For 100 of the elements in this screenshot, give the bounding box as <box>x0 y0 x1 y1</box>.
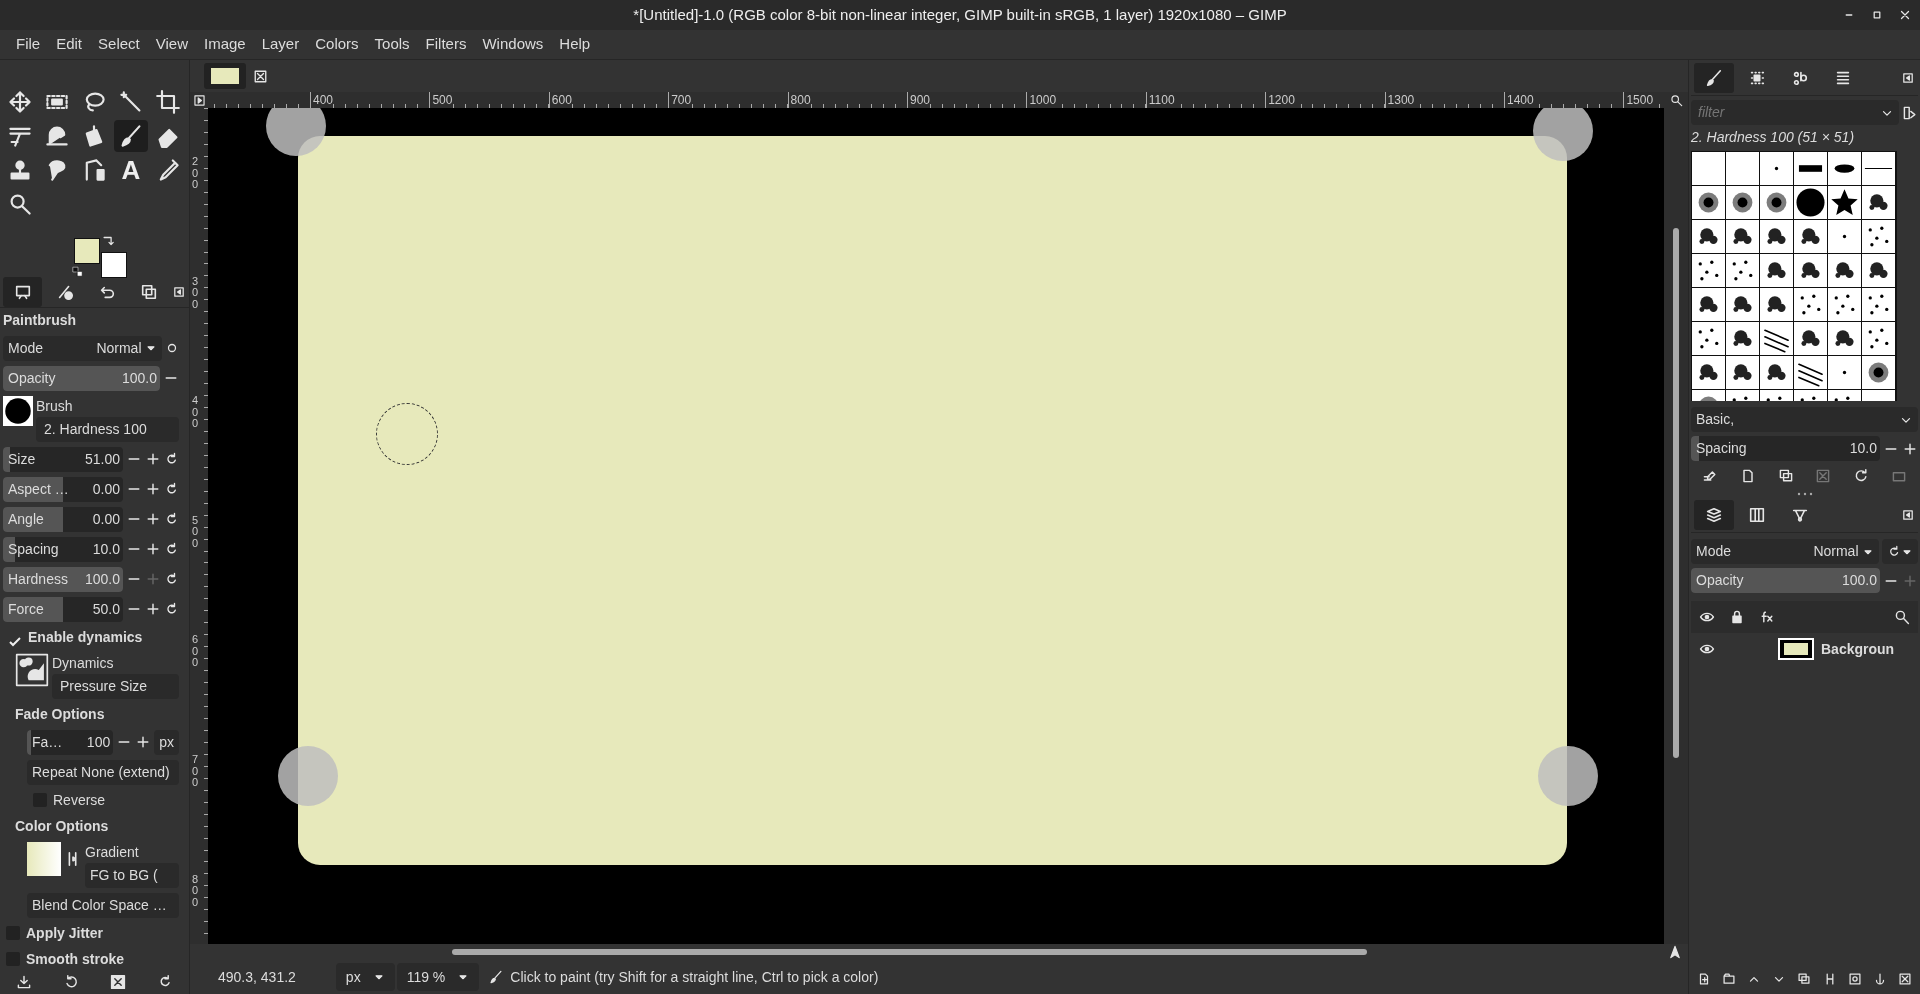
brush-thumbnail-icon[interactable] <box>1726 288 1759 321</box>
brush-thumbnail-icon[interactable] <box>1692 288 1725 321</box>
zoom-icon[interactable] <box>1669 93 1683 107</box>
brush-thumbnail-icon[interactable] <box>1794 186 1827 219</box>
brush-thumbnail-icon[interactable] <box>1692 220 1725 253</box>
brush-thumbnail-icon[interactable] <box>1862 254 1895 287</box>
brush-thumbnail-icon[interactable] <box>1760 322 1793 355</box>
scrollbar-thumb[interactable] <box>452 949 1367 955</box>
edit-icon[interactable] <box>1701 468 1718 484</box>
brush-thumbnail-icon[interactable] <box>1862 152 1895 185</box>
unit-dropdown[interactable]: px <box>154 729 179 755</box>
new-group-icon[interactable] <box>1721 972 1736 986</box>
text-tool-button[interactable]: A <box>114 154 148 186</box>
menu-item[interactable]: Filters <box>417 33 475 56</box>
filter-field[interactable]: filter <box>1696 101 1846 124</box>
slider[interactable]: Force 50.0 <box>3 596 123 622</box>
menu-item[interactable]: Help <box>551 33 599 56</box>
image-tab-thumbnail[interactable] <box>204 63 246 89</box>
menu-item[interactable]: Layer <box>253 33 308 56</box>
slider[interactable]: Hardness 100.0 <box>3 566 123 592</box>
delete-icon[interactable] <box>1898 972 1913 986</box>
brush-thumbnail-icon[interactable] <box>1828 220 1861 253</box>
brush-thumbnail-icon[interactable] <box>1794 254 1827 287</box>
unit-dropdown[interactable]: px <box>335 963 395 991</box>
brush-thumbnail-icon[interactable] <box>1828 254 1861 287</box>
slider[interactable]: Fa… 100 <box>27 729 114 755</box>
mode-dropdown[interactable]: Mode Normal <box>1691 539 1879 564</box>
scrollbar-thumb[interactable] <box>1673 228 1679 758</box>
menu-item[interactable]: Windows <box>474 33 552 56</box>
canvas[interactable] <box>208 108 1664 944</box>
brush-thumbnail-icon[interactable] <box>1862 288 1895 321</box>
slider[interactable]: Spacing 10.0 <box>3 536 123 562</box>
effects-icon[interactable] <box>1759 609 1775 625</box>
brush-thumbnail-icon[interactable] <box>1726 322 1759 355</box>
menu-item[interactable]: File <box>8 33 49 56</box>
zoom-dropdown[interactable]: 119 % <box>396 963 480 991</box>
slider[interactable]: Angle 0.00 <box>3 506 123 532</box>
brush-thumbnail-icon[interactable] <box>1828 152 1861 185</box>
brush-thumbnail-icon[interactable] <box>1692 254 1725 287</box>
brush-thumbnail-icon[interactable] <box>1726 186 1759 219</box>
menu-item[interactable]: Image <box>196 33 254 56</box>
brush-thumbnail-icon[interactable] <box>1726 152 1759 185</box>
brush-thumbnail-icon[interactable] <box>1760 186 1793 219</box>
corner-handle[interactable] <box>1533 108 1593 161</box>
brush-thumbnail-icon[interactable] <box>1794 288 1827 321</box>
brush-thumbnail-icon[interactable] <box>1692 152 1725 185</box>
layers-icon[interactable] <box>1705 505 1723 524</box>
menu-item[interactable]: View <box>147 33 196 56</box>
quick-mask-icon[interactable] <box>192 93 206 107</box>
brush-thumbnail-icon[interactable] <box>1692 186 1725 219</box>
delete-icon[interactable] <box>110 973 127 990</box>
lock-icon[interactable] <box>1729 609 1745 625</box>
brush-thumbnail-icon[interactable] <box>1760 220 1793 253</box>
images-icon[interactable] <box>140 282 159 301</box>
slider[interactable]: Size 51.00 <box>3 446 123 472</box>
composite-mode-dropdown[interactable] <box>1882 539 1918 564</box>
close-tab-icon[interactable] <box>253 68 268 84</box>
brush-thumbnail-icon[interactable] <box>1726 220 1759 253</box>
brush-thumbnail-icon[interactable] <box>1794 356 1827 389</box>
brush-thumbnail-icon[interactable] <box>1794 322 1827 355</box>
reset-colors-icon[interactable] <box>72 266 84 278</box>
swap-colors-icon[interactable] <box>102 234 116 248</box>
configure-tab-icon[interactable] <box>1901 507 1915 522</box>
brush-thumbnail-icon[interactable] <box>1794 152 1827 185</box>
layer-row[interactable]: Backgroun <box>1691 633 1918 665</box>
slider[interactable]: Spacing 10.0 <box>1691 436 1880 461</box>
brush-thumbnail-icon[interactable] <box>1828 288 1861 321</box>
menu-item[interactable]: Colors <box>307 33 367 56</box>
paintbrush-icon[interactable] <box>1705 68 1723 87</box>
corner-handle[interactable] <box>278 746 338 806</box>
corner-handle[interactable] <box>266 108 326 156</box>
configure-tab-icon[interactable] <box>172 284 186 299</box>
search-icon[interactable] <box>1894 609 1910 625</box>
mode-dropdown[interactable]: Mode Normal <box>3 335 162 361</box>
repeat-dropdown[interactable]: Repeat None (extend) <box>27 759 179 785</box>
mask-icon[interactable] <box>1847 972 1862 986</box>
channels-icon[interactable] <box>1748 505 1766 524</box>
brush-thumbnail-icon[interactable] <box>1760 152 1793 185</box>
gradient-selector[interactable]: FG to BG ( <box>85 862 179 888</box>
menu-item[interactable]: Select <box>90 33 148 56</box>
dynamics-icon[interactable] <box>15 652 49 687</box>
brush-thumbnail-icon[interactable] <box>1760 356 1793 389</box>
gradient-preview-icon[interactable] <box>27 841 61 876</box>
duplicate-icon[interactable] <box>1797 972 1812 986</box>
close-icon[interactable] <box>1898 8 1912 22</box>
menu-item[interactable]: Tools <box>366 33 418 56</box>
brush-thumbnail-icon[interactable] <box>1726 254 1759 287</box>
brush-thumbnail-icon[interactable] <box>1760 288 1793 321</box>
menu-item[interactable]: Edit <box>48 33 91 56</box>
slider[interactable]: Aspect … 0.00 <box>3 476 123 502</box>
slider[interactable]: Opacity 100.0 <box>3 365 160 391</box>
save-icon[interactable] <box>15 973 32 990</box>
brush-thumbnail-icon[interactable] <box>1862 322 1895 355</box>
blend-color-space-dropdown[interactable]: Blend Color Space … <box>27 892 179 918</box>
tool-button[interactable] <box>114 120 148 152</box>
brush-thumbnail-icon[interactable] <box>1862 356 1895 389</box>
brush-thumbnail-icon[interactable] <box>1862 220 1895 253</box>
brush-thumbnail-icon[interactable] <box>1726 356 1759 389</box>
brush-thumbnail-icon[interactable] <box>1828 186 1861 219</box>
foreground-color-swatch[interactable] <box>74 238 100 264</box>
